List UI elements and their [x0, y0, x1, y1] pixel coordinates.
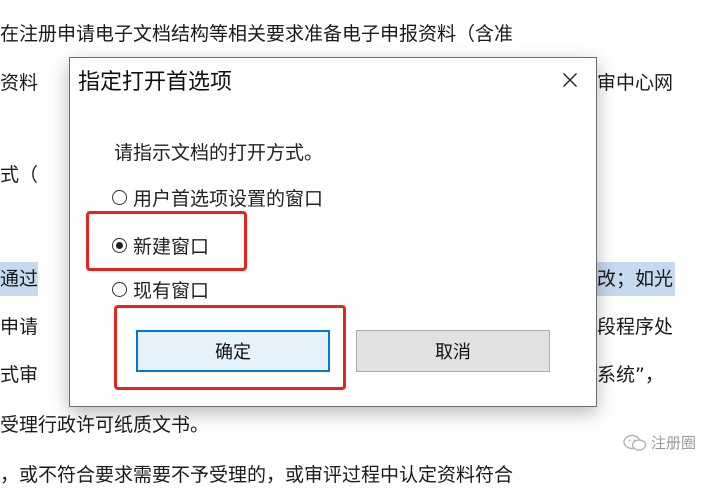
doc-right-fragment-1: 审中心网 — [597, 72, 674, 94]
dialog-prompt: 请指示文档的打开方式。 — [114, 142, 324, 164]
option-existing-window[interactable]: 现有窗口 — [112, 276, 209, 303]
doc-line-4-highlighted: 通过 — [0, 262, 39, 296]
option-user-preference-window[interactable]: 用户首选项设置的窗口 — [112, 184, 323, 211]
doc-right-fragment-2: 改；如光 — [597, 262, 676, 296]
option-label: 现有窗口 — [133, 280, 210, 302]
dialog-titlebar[interactable]: 指定打开首选项 — [70, 58, 596, 102]
dialog-title: 指定打开首选项 — [78, 70, 233, 95]
option-new-window[interactable]: 新建窗口 — [112, 232, 209, 259]
ok-button[interactable]: 确定 — [136, 330, 330, 372]
wechat-icon — [623, 434, 647, 451]
doc-line-2: 资料 — [0, 72, 39, 94]
doc-line-1: 在注册申请电子文档结构等相关要求准备电子申报资料（含准 — [0, 23, 514, 45]
cancel-button[interactable]: 取消 — [356, 330, 550, 372]
doc-right-fragment-4: 系统”， — [597, 364, 664, 386]
close-icon — [563, 73, 577, 87]
doc-line-8: ，或不符合要求需要不予受理的，或审评过程中认定资料符合 — [0, 464, 514, 486]
radio-selected-icon[interactable] — [112, 238, 127, 253]
watermark: 注册圈 — [623, 432, 696, 453]
radio-unselected-icon[interactable] — [112, 190, 127, 205]
doc-line-7: 受理行政许可纸质文书。 — [0, 414, 210, 436]
radio-unselected-icon[interactable] — [112, 282, 127, 297]
open-preference-dialog: 指定打开首选项 请指示文档的打开方式。 用户首选项设置的窗口 新建窗口 现有窗口… — [69, 57, 597, 407]
doc-line-6: 式审 — [0, 364, 39, 386]
doc-line-3: 式（ — [0, 164, 39, 186]
doc-right-fragment-3: 段程序处 — [597, 316, 674, 338]
option-label: 用户首选项设置的窗口 — [133, 188, 324, 210]
option-label: 新建窗口 — [133, 236, 210, 258]
close-button[interactable] — [548, 60, 592, 100]
doc-line-5: 申请 — [0, 316, 39, 338]
watermark-text: 注册圈 — [650, 434, 696, 452]
